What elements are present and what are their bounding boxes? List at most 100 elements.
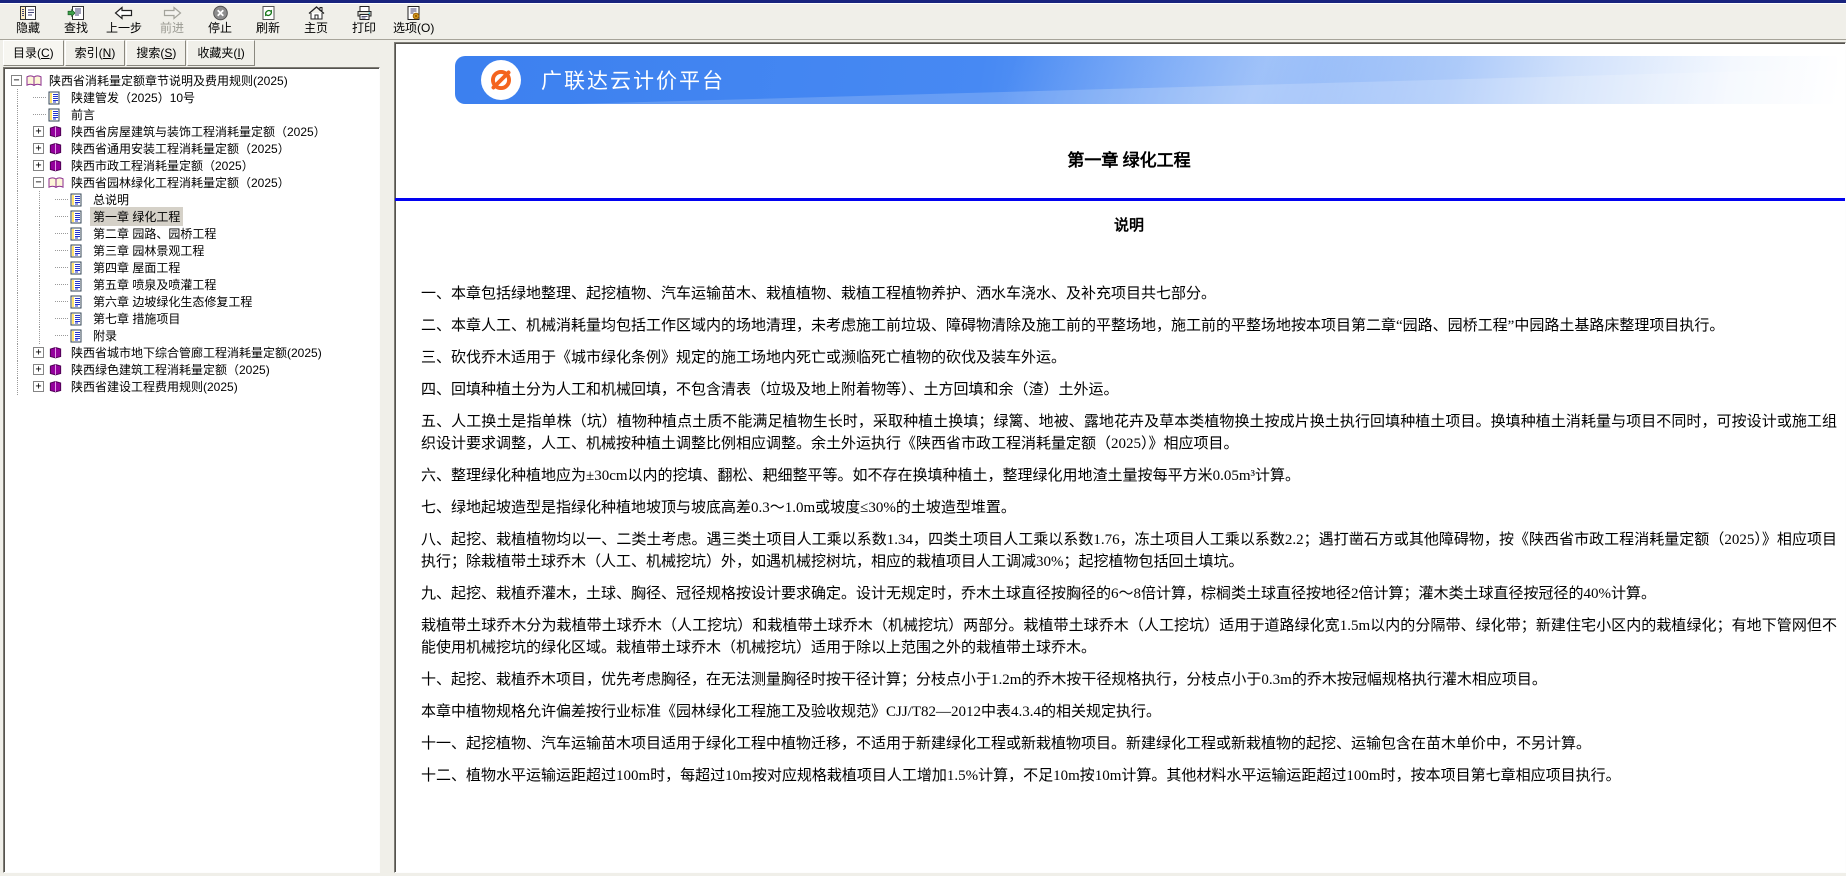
collapse-toggle-icon[interactable]: − [33,177,44,188]
options-icon [404,4,423,21]
doc-paragraph: 五、人工换土是指单株（坑）植物种植点土质不能满足植物生长时，采取种植土换填；绿篱… [421,414,1837,452]
print-button[interactable]: 打印 [342,2,386,37]
forward-button: 前进 [150,2,194,37]
tree-item[interactable]: 前言 [6,106,377,123]
doc-paragraph: 十一、起挖植物、汽车运输苗木项目适用于绿化工程中植物迁移，不适用于新建绿化工程或… [421,736,1592,752]
hide-button[interactable]: 隐藏 [6,2,50,37]
tree-item[interactable]: 第四章 屋面工程 [6,259,377,276]
tree-item-label[interactable]: 陕西省建设工程费用规则(2025) [68,377,241,396]
tree-item[interactable]: + 陕西市政工程消耗量定额（2025） [6,157,377,174]
topic-content-pane[interactable]: 广联达云计价平台 第一章 绿化工程 说明 一、本章包括绿地整理、起挖植物、汽车运… [394,42,1846,873]
forward-arrow-icon [161,4,183,21]
stop-icon [212,4,229,21]
document-icon [70,312,86,326]
navigation-panel: 目录(C) 索引(N) 搜索(S) 收藏夹(I) − 陕西省消耗量定额章节说明及… [0,40,380,876]
glodon-banner: 广联达云计价平台 [455,56,1837,104]
options-button-label: 选项(O) [393,21,435,35]
expand-toggle-icon[interactable]: + [33,143,44,154]
doc-paragraph: 七、绿地起坡造型是指绿化种植地坡顶与坡底高差0.3～1.0m或坡度≤30%的土坡… [421,500,1016,516]
closed-book-icon [48,159,64,173]
doc-paragraph: 九、起挖、栽植乔灌木，土球、胸径、冠径规格按设计要求确定。设计无规定时，乔木土球… [421,586,1657,602]
doc-paragraph: 四、回填种植土分为人工和机械回填，不包含清表（垃圾及地上附着物等）、土方回填和余… [421,382,1119,398]
locate-button[interactable]: 查找 [54,2,98,37]
options-button[interactable]: 选项(O) [390,2,437,37]
document-icon [70,295,86,309]
locate-icon [66,4,86,21]
tree-item[interactable]: 第五章 喷泉及喷灌工程 [6,276,377,293]
tab-contents[interactable]: 目录(C) [3,40,64,66]
back-button[interactable]: 上一步 [102,2,146,37]
workspace: 目录(C) 索引(N) 搜索(S) 收藏夹(I) − 陕西省消耗量定额章节说明及… [0,40,1846,876]
print-button-label: 打印 [351,21,376,35]
expand-toggle-icon[interactable]: + [33,347,44,358]
section-title: 说明 [1113,218,1144,234]
document-icon [70,210,86,224]
refresh-icon [260,4,277,21]
tree-item[interactable]: + 陕西省通用安装工程消耗量定额（2025） [6,140,377,157]
tab-search[interactable]: 搜索(S) [126,40,187,66]
divider-rule [395,198,1845,201]
expand-toggle-icon[interactable]: + [33,160,44,171]
tree-item-expanded-book[interactable]: − 陕西省园林绿化工程消耗量定额（2025） [6,174,377,191]
open-book-icon [26,74,42,88]
doc-paragraph: 本章中植物规格允许偏差按行业标准《园林绿化工程施工及验收规范》CJJ/T82—2… [421,704,1162,720]
collapse-toggle-icon[interactable]: − [11,75,22,86]
tree-item[interactable]: + 陕西省房屋建筑与装饰工程消耗量定额（2025） [6,123,377,140]
tree-item[interactable]: + 陕西省城市地下综合管廊工程消耗量定额(2025) [6,344,377,361]
document-icon [48,108,64,122]
expand-toggle-icon[interactable]: + [33,126,44,137]
tree-item[interactable]: + 陕西绿色建筑工程消耗量定额（2025) [6,361,377,378]
topic-text: 一、本章包括绿地整理、起挖植物、汽车运输苗木、栽植植物、栽植工程植物养护、洒水车… [421,283,1837,787]
locate-button-label: 查找 [63,21,88,35]
glodon-logo-icon [481,60,521,100]
home-button-label: 主页 [303,21,328,35]
doc-paragraph: 十二、植物水平运输运距超过100m时，每超过10m按对应规格栽植项目人工增加1.… [421,768,1621,784]
tab-favorites[interactable]: 收藏夹(I) [187,40,255,66]
doc-paragraph: 八、起挖、栽植植物均以一、二类土考虑。遇三类土项目人工乘以系数1.34，四类土项… [421,532,1837,570]
tree-item[interactable]: 第六章 边坡绿化生态修复工程 [6,293,377,310]
tree-item[interactable]: 第三章 园林景观工程 [6,242,377,259]
home-icon [307,4,326,21]
tree-item-root[interactable]: − 陕西省消耗量定额章节说明及费用规则(2025) [6,72,377,89]
hide-button-label: 隐藏 [15,21,40,35]
tree-item[interactable]: 陕建管发（2025）10号 [6,89,377,106]
tree-item-current-topic[interactable]: 第一章 绿化工程 [6,207,377,226]
document-icon [70,244,86,258]
closed-book-icon [48,363,64,377]
document-icon [70,227,86,241]
doc-paragraph: 十、起挖、栽植乔木项目，优先考虑胸径，在无法测量胸径时按干径计算；分枝点小于1.… [421,672,1547,688]
stop-button-label: 停止 [207,21,232,35]
chapter-title: 第一章 绿化工程 [1067,151,1191,170]
document-icon [70,261,86,275]
hide-icon [18,4,38,21]
tree-item[interactable]: + 陕西省建设工程费用规则(2025) [6,378,377,395]
stop-button[interactable]: 停止 [198,2,242,37]
closed-book-icon [48,125,64,139]
tree-item[interactable]: 附录 [6,327,377,344]
pane-splitter[interactable] [380,40,394,876]
closed-book-icon [48,346,64,360]
tree-item[interactable]: 第二章 园路、园桥工程 [6,225,377,242]
tab-index[interactable]: 索引(N) [64,40,126,66]
back-button-label: 上一步 [105,21,142,35]
contents-tree[interactable]: − 陕西省消耗量定额章节说明及费用规则(2025) 陕建管发（2025）10号 … [3,67,380,873]
print-icon [355,4,374,21]
refresh-button-label: 刷新 [255,21,280,35]
closed-book-icon [48,142,64,156]
toolbar: 隐藏 查找 上一步 前进 停止 刷新 主页 打印 选项(O) [0,3,1846,40]
document-icon [48,91,64,105]
tree-item[interactable]: 总说明 [6,191,377,208]
doc-paragraph: 栽植带土球乔木分为栽植带土球乔木（人工挖坑）和栽植带土球乔木（机械挖坑）两部分。… [421,618,1837,656]
forward-button-label: 前进 [159,21,184,35]
expand-toggle-icon[interactable]: + [33,364,44,375]
home-button[interactable]: 主页 [294,2,338,37]
document-icon [70,329,86,343]
open-book-icon [48,176,64,190]
doc-paragraph: 二、本章人工、机械消耗量均包括工作区域内的场地清理，未考虑施工前垃圾、障碍物清除… [421,318,1725,334]
doc-paragraph: 六、整理绿化种植地应为±30cm以内的挖填、翻松、耙细整平等。如不存在换填种植土… [421,468,1300,484]
tree-item[interactable]: 第七章 措施项目 [6,310,377,327]
document-icon [70,278,86,292]
back-arrow-icon [113,4,135,21]
refresh-button[interactable]: 刷新 [246,2,290,37]
expand-toggle-icon[interactable]: + [33,381,44,392]
